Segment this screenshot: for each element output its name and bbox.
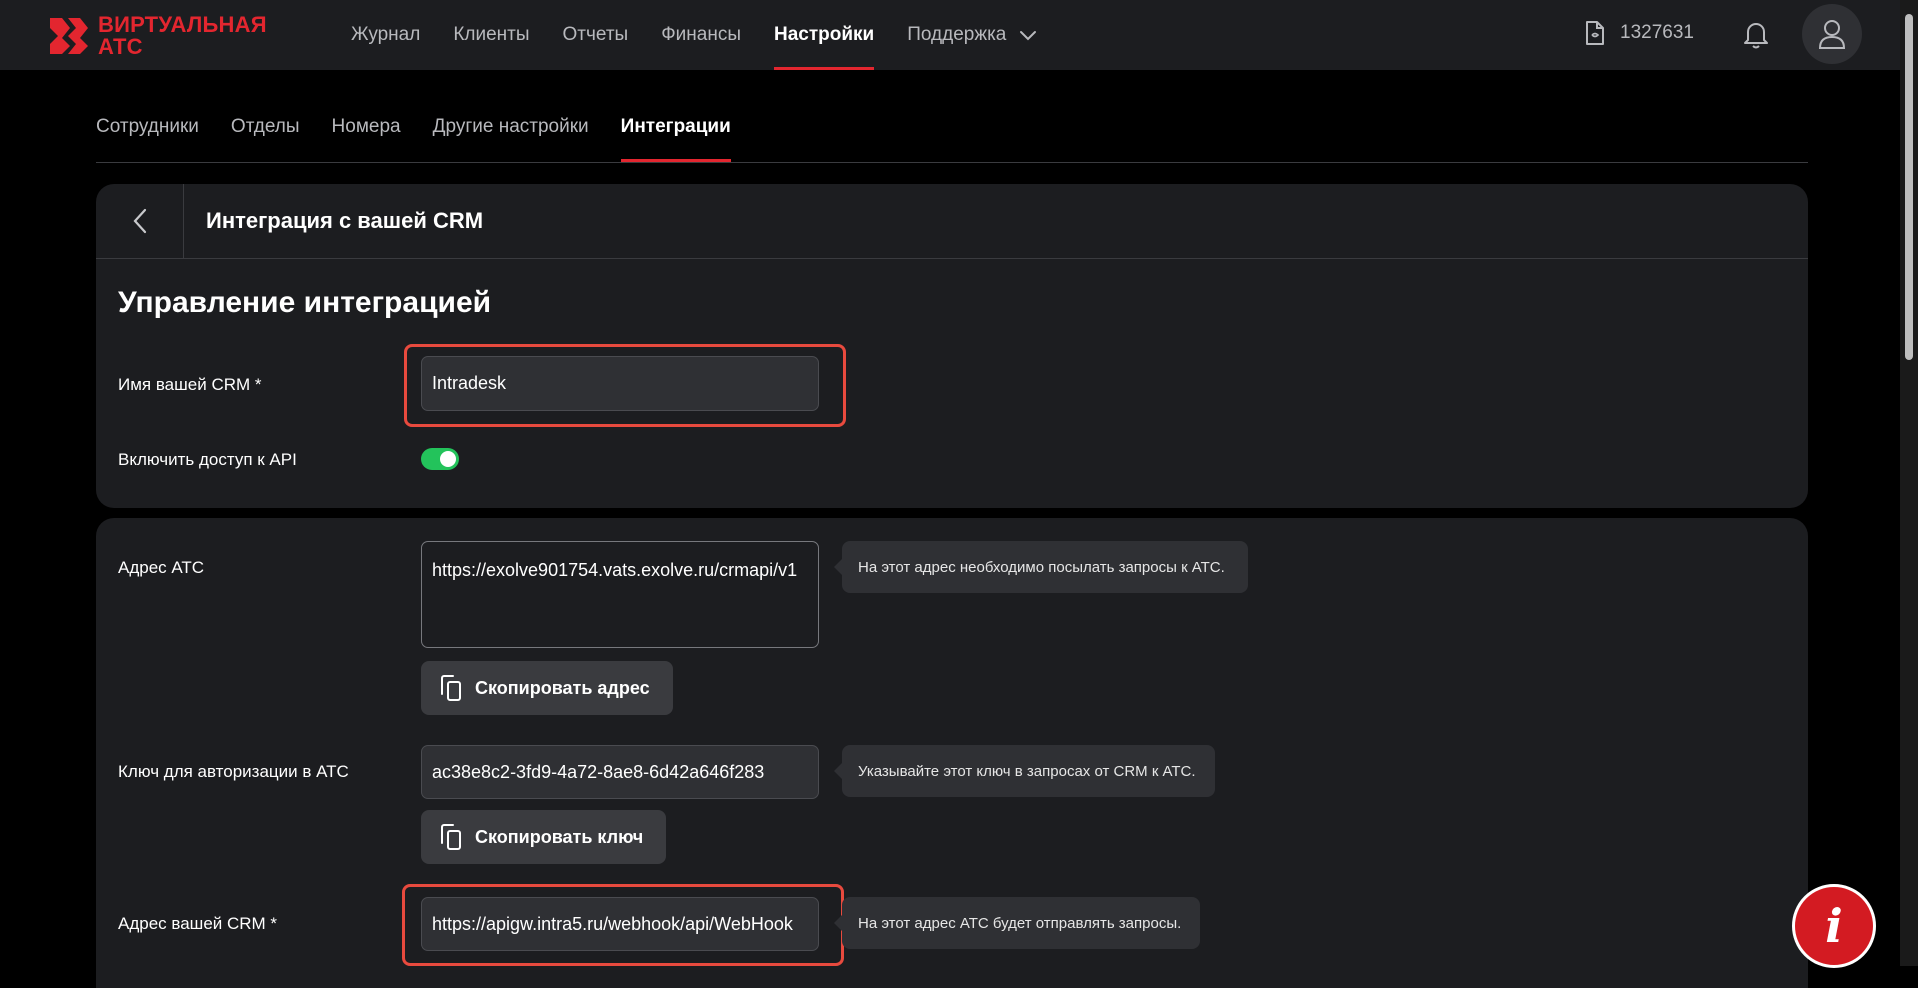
nav-item-journal[interactable]: Журнал — [351, 0, 420, 70]
nav-item-clients[interactable]: Клиенты — [453, 0, 529, 70]
nav-item-finance[interactable]: Финансы — [661, 0, 741, 70]
auth-key-field[interactable]: ac38e8c2-3fd9-4a72-8ae8-6d42a646f283 — [421, 745, 819, 799]
account-number[interactable]: 1327631 — [1584, 20, 1694, 46]
integration-management-card: Интеграция с вашей CRM Управление интегр… — [96, 184, 1808, 508]
toggle-knob — [440, 451, 456, 467]
scrollbar-thumb[interactable] — [1905, 14, 1913, 360]
auth-key-tooltip: Указывайте этот ключ в запросах от CRM к… — [834, 745, 1215, 797]
user-avatar[interactable] — [1802, 4, 1862, 64]
nav-item-support[interactable]: Поддержка — [907, 0, 1038, 70]
section-title: Управление интеграцией — [118, 286, 492, 319]
document-icon — [1586, 21, 1604, 45]
crm-address-field[interactable]: https://apigw.intra5.ru/webhook/api/WebH… — [421, 897, 819, 951]
page-scrollbar[interactable] — [1900, 0, 1918, 966]
copy-icon — [441, 675, 461, 701]
info-icon: i — [1825, 899, 1843, 953]
brand-logo[interactable]: ВИРТУАЛЬНАЯ АТС — [48, 14, 267, 58]
settings-subtabs: Сотрудники Отделы Номера Другие настройк… — [96, 100, 1808, 163]
tab-other-settings[interactable]: Другие настройки — [433, 100, 589, 161]
integration-details-card: Адрес АТС https://exolve901754.vats.exol… — [96, 518, 1808, 988]
ats-address-label: Адрес АТС — [118, 558, 205, 577]
crm-address-tooltip: На этот адрес АТС будет отправлять запро… — [834, 897, 1200, 949]
crm-address-label: Адрес вашей CRM * — [118, 914, 278, 933]
nav-item-reports[interactable]: Отчеты — [563, 0, 629, 70]
copy-address-button[interactable]: Скопировать адрес — [421, 661, 673, 715]
info-button[interactable]: i — [1792, 884, 1876, 968]
brand-logo-icon — [50, 18, 88, 54]
tab-integrations[interactable]: Интеграции — [620, 100, 731, 162]
nav-item-settings[interactable]: Настройки — [774, 0, 875, 70]
user-icon — [1818, 20, 1846, 49]
api-access-label: Включить доступ к API — [118, 450, 297, 469]
copy-key-button[interactable]: Скопировать ключ — [421, 810, 666, 864]
chevron-left-icon — [133, 208, 146, 234]
brand-name-line2: АТС — [98, 34, 143, 59]
brand-name: ВИРТУАЛЬНАЯ АТС — [98, 14, 267, 58]
auth-key-label: Ключ для авторизации в АТС — [118, 762, 349, 781]
copy-icon — [441, 824, 461, 850]
back-button[interactable] — [96, 184, 184, 258]
tab-numbers[interactable]: Номера — [332, 100, 401, 161]
notifications-bell-icon[interactable] — [1742, 20, 1770, 50]
copy-key-button-label: Скопировать ключ — [475, 826, 644, 847]
ats-address-field[interactable]: https://exolve901754.vats.exolve.ru/crma… — [421, 541, 819, 648]
copy-address-button-label: Скопировать адрес — [475, 677, 650, 698]
brand-name-line1: ВИРТУАЛЬНАЯ — [98, 12, 267, 37]
tab-departments[interactable]: Отделы — [231, 100, 300, 161]
crm-name-input[interactable]: Intradesk — [421, 356, 819, 411]
ats-address-tooltip: На этот адрес необходимо посылать запрос… — [834, 541, 1248, 593]
card-title: Интеграция с вашей CRM — [206, 208, 484, 233]
chevron-down-icon — [1020, 31, 1037, 41]
api-access-toggle[interactable] — [421, 448, 459, 470]
card-header: Интеграция с вашей CRM — [96, 184, 1808, 259]
top-navigation-bar: ВИРТУАЛЬНАЯ АТС Журнал Клиенты Отчеты Фи… — [0, 0, 1900, 70]
account-number-value: 1327631 — [1620, 22, 1694, 43]
main-nav: Журнал Клиенты Отчеты Финансы Настройки … — [351, 0, 1071, 70]
tab-employees[interactable]: Сотрудники — [96, 100, 199, 161]
crm-name-label: Имя вашей CRM * — [118, 375, 262, 394]
nav-item-support-label: Поддержка — [907, 24, 1007, 45]
